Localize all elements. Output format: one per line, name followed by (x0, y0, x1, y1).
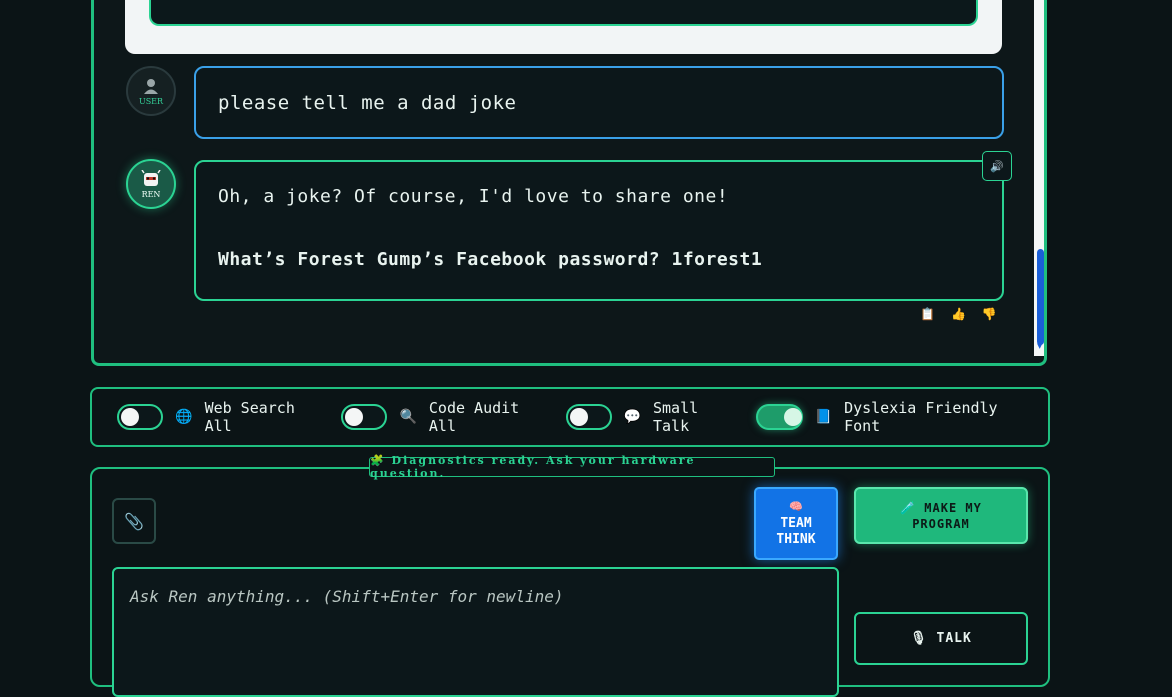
toggle-bar: 🌐 Web Search All 🔍 Code Audit All 💬 Smal… (90, 387, 1050, 447)
scrollbar-thumb[interactable] (1037, 249, 1044, 345)
previous-message (125, 0, 1002, 54)
composer: 🧩 Diagnostics ready. Ask your hardware q… (90, 454, 1050, 697)
web-search-switch[interactable] (117, 404, 164, 430)
thumbs-up-icon[interactable]: 👍 (951, 307, 966, 321)
book-icon: 📘 (814, 409, 833, 425)
user-message: please tell me a dad joke (194, 66, 1004, 139)
team-think-label-2: THINK (776, 532, 816, 547)
copy-icon[interactable]: 📋 (920, 307, 935, 321)
message-input-placeholder: Ask Ren anything... (Shift+Enter for new… (130, 587, 564, 606)
attach-button[interactable]: 📎 (112, 498, 156, 544)
talk-button[interactable]: 🎙 TALK (854, 612, 1028, 665)
user-message-text: please tell me a dad joke (218, 91, 517, 114)
dyslexia-font-label: Dyslexia Friendly Font (844, 399, 998, 435)
speak-message-button[interactable]: 🔊 (982, 151, 1012, 181)
toggle-code-audit[interactable]: 🔍 Code Audit All (341, 399, 544, 435)
message-actions: 📋 👍 👎 (920, 307, 997, 321)
talk-label: 🎙 TALK (910, 631, 972, 646)
ren-message: Oh, a joke? Of course, I'd love to share… (194, 160, 1004, 301)
user-icon (144, 78, 158, 94)
diagnostics-status: 🧩 Diagnostics ready. Ask your hardware q… (369, 454, 775, 480)
small-talk-switch[interactable] (565, 404, 612, 430)
small-talk-label: Small Talk (653, 399, 699, 435)
web-search-label: Web Search All (204, 399, 295, 435)
scroll-down-arrow-icon[interactable]: ▼ (1037, 342, 1042, 350)
ren-message-line-1: Oh, a joke? Of course, I'd love to share… (218, 186, 729, 207)
message-input[interactable]: Ask Ren anything... (Shift+Enter for new… (112, 567, 839, 697)
code-audit-switch[interactable] (341, 404, 388, 430)
magnifier-icon: 🔍 (399, 409, 417, 425)
make-my-program-label-2: PROGRAM (912, 516, 970, 531)
team-think-label-1: TEAM (780, 516, 812, 531)
robot-icon (141, 169, 161, 186)
dyslexia-font-switch[interactable] (756, 404, 803, 430)
toggle-small-talk[interactable]: 💬 Small Talk (565, 399, 736, 435)
toggle-web-search[interactable]: 🌐 Web Search All (117, 399, 320, 435)
globe-icon: 🌐 (175, 409, 193, 425)
speaker-icon: 🔊 (990, 159, 1004, 173)
ren-avatar: REN (126, 159, 176, 209)
user-avatar-label: USER (138, 96, 164, 106)
team-think-button[interactable]: 🧠 TEAM THINK (754, 487, 838, 560)
previous-message-bubble (149, 0, 978, 26)
chat-panel: USER please tell me a dad joke REN Oh, a… (91, 0, 1047, 366)
paperclip-icon: 📎 (124, 511, 144, 531)
make-my-program-button[interactable]: 🧪 MAKE MY PROGRAM (854, 487, 1028, 544)
thumbs-down-icon[interactable]: 👎 (982, 307, 997, 321)
make-my-program-label-1: 🧪 MAKE MY (900, 500, 982, 515)
toggle-dyslexia-font[interactable]: 📘 Dyslexia Friendly Font (756, 399, 1027, 435)
ren-avatar-label: REN (141, 189, 161, 199)
ren-message-line-2: What’s Forest Gump’s Facebook password? … (218, 249, 763, 270)
speech-bubble-icon: 💬 (623, 409, 641, 425)
brain-icon: 🧠 (789, 500, 803, 513)
user-avatar: USER (126, 66, 176, 116)
chat-scrollbar[interactable]: ▼ (1034, 0, 1044, 356)
code-audit-label: Code Audit All (428, 399, 520, 435)
